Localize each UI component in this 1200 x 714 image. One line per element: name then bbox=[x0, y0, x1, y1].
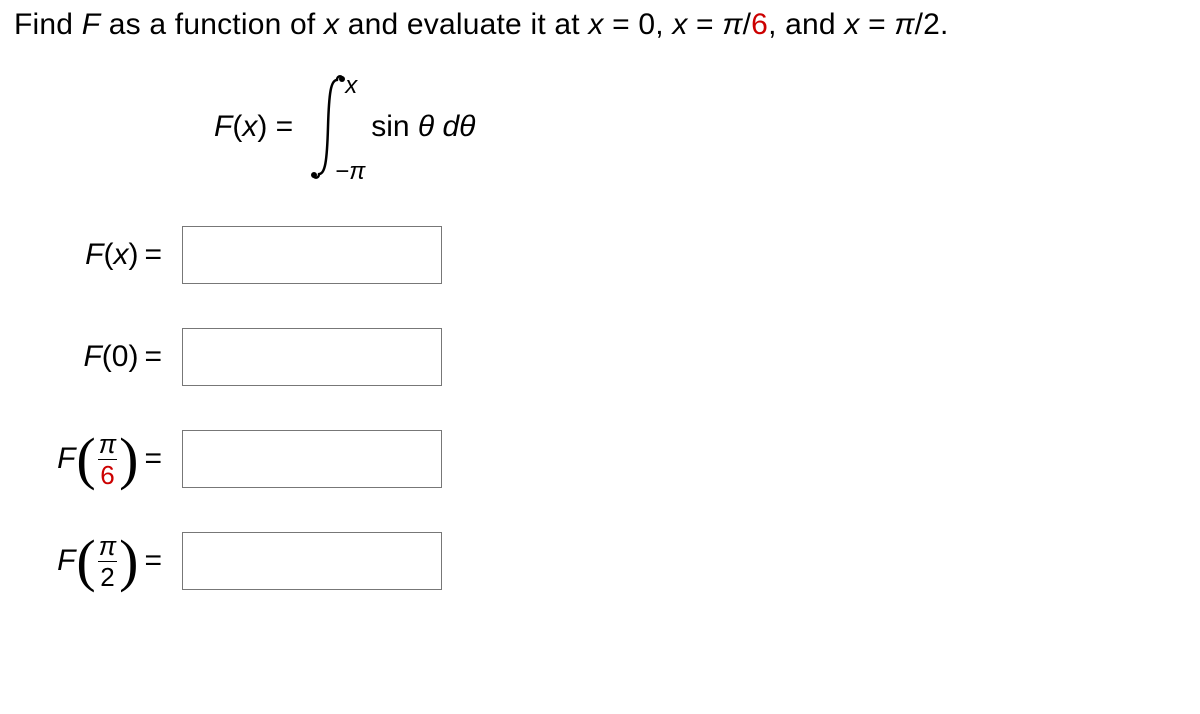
var-x: x bbox=[672, 8, 687, 41]
open-paren: ( bbox=[103, 238, 113, 272]
close-paren: ) bbox=[257, 110, 267, 143]
open-paren: ( bbox=[76, 436, 95, 482]
denominator-2: 2 bbox=[98, 561, 116, 590]
equals: = bbox=[144, 340, 162, 374]
var-x: x bbox=[588, 8, 603, 41]
arg-0: 0 bbox=[112, 340, 129, 374]
open-paren: ( bbox=[232, 110, 242, 143]
text: = 0, bbox=[604, 8, 673, 41]
denominator-6: 6 bbox=[98, 459, 116, 488]
integral: x −π sin θ dθ bbox=[305, 72, 475, 182]
numerator-pi: π bbox=[97, 431, 118, 459]
input-F0[interactable] bbox=[182, 328, 442, 386]
label-F0: F(0)= bbox=[14, 340, 182, 374]
text: , and bbox=[768, 8, 844, 41]
equals: = bbox=[144, 238, 162, 272]
func-F: F bbox=[85, 238, 103, 272]
var-x: x bbox=[242, 110, 257, 143]
row-Fx: F(x)= bbox=[14, 226, 1200, 284]
arg-x: x bbox=[113, 238, 128, 272]
input-Fpi6[interactable] bbox=[182, 430, 442, 488]
row-F0: F(0)= bbox=[14, 328, 1200, 386]
equals: = bbox=[144, 442, 162, 476]
close-paren: ) bbox=[128, 238, 138, 272]
integrand: sin θ dθ bbox=[371, 110, 475, 144]
label-Fpi2: F ( π 2 ) = bbox=[14, 533, 182, 590]
text: = bbox=[860, 8, 895, 41]
equals: = bbox=[267, 110, 293, 143]
label-Fx: F(x)= bbox=[14, 238, 182, 272]
func-F: F bbox=[57, 442, 75, 476]
input-Fx[interactable] bbox=[182, 226, 442, 284]
text: and evaluate it at bbox=[339, 8, 588, 41]
text: Find bbox=[14, 8, 82, 41]
var-x: x bbox=[324, 8, 339, 41]
close-paren: ) bbox=[128, 340, 138, 374]
upper-bound: x bbox=[345, 72, 357, 100]
close-paren: ) bbox=[119, 436, 138, 482]
row-Fpi2: F ( π 2 ) = bbox=[14, 532, 1200, 590]
pi: π bbox=[894, 8, 914, 41]
open-paren: ( bbox=[102, 340, 112, 374]
func-F: F bbox=[57, 544, 75, 578]
input-Fpi2[interactable] bbox=[182, 532, 442, 590]
text: /2. bbox=[915, 8, 949, 41]
lower-bound: −π bbox=[335, 158, 365, 186]
text: = bbox=[688, 8, 723, 41]
func-F: F bbox=[214, 110, 232, 143]
equals: = bbox=[144, 544, 162, 578]
open-paren: ( bbox=[76, 538, 95, 584]
text: / bbox=[743, 8, 752, 41]
answer-rows: F(x)= F(0)= F ( π 6 ) = bbox=[14, 226, 1200, 590]
numerator-pi: π bbox=[97, 533, 118, 561]
problem-prompt: Find F as a function of x and evaluate i… bbox=[14, 8, 1200, 42]
func-F: F bbox=[83, 340, 101, 374]
pi: π bbox=[722, 8, 742, 41]
label-Fpi6: F ( π 6 ) = bbox=[14, 431, 182, 488]
fraction-pi-2: π 2 bbox=[97, 533, 118, 590]
var-F: F bbox=[82, 8, 101, 41]
row-Fpi6: F ( π 6 ) = bbox=[14, 430, 1200, 488]
equation-definition: F(x) = x −π sin θ dθ bbox=[214, 72, 1200, 182]
denom-6: 6 bbox=[751, 8, 768, 41]
close-paren: ) bbox=[119, 538, 138, 584]
text: as a function of bbox=[100, 8, 324, 41]
fraction-pi-6: π 6 bbox=[97, 431, 118, 488]
var-x: x bbox=[844, 8, 859, 41]
